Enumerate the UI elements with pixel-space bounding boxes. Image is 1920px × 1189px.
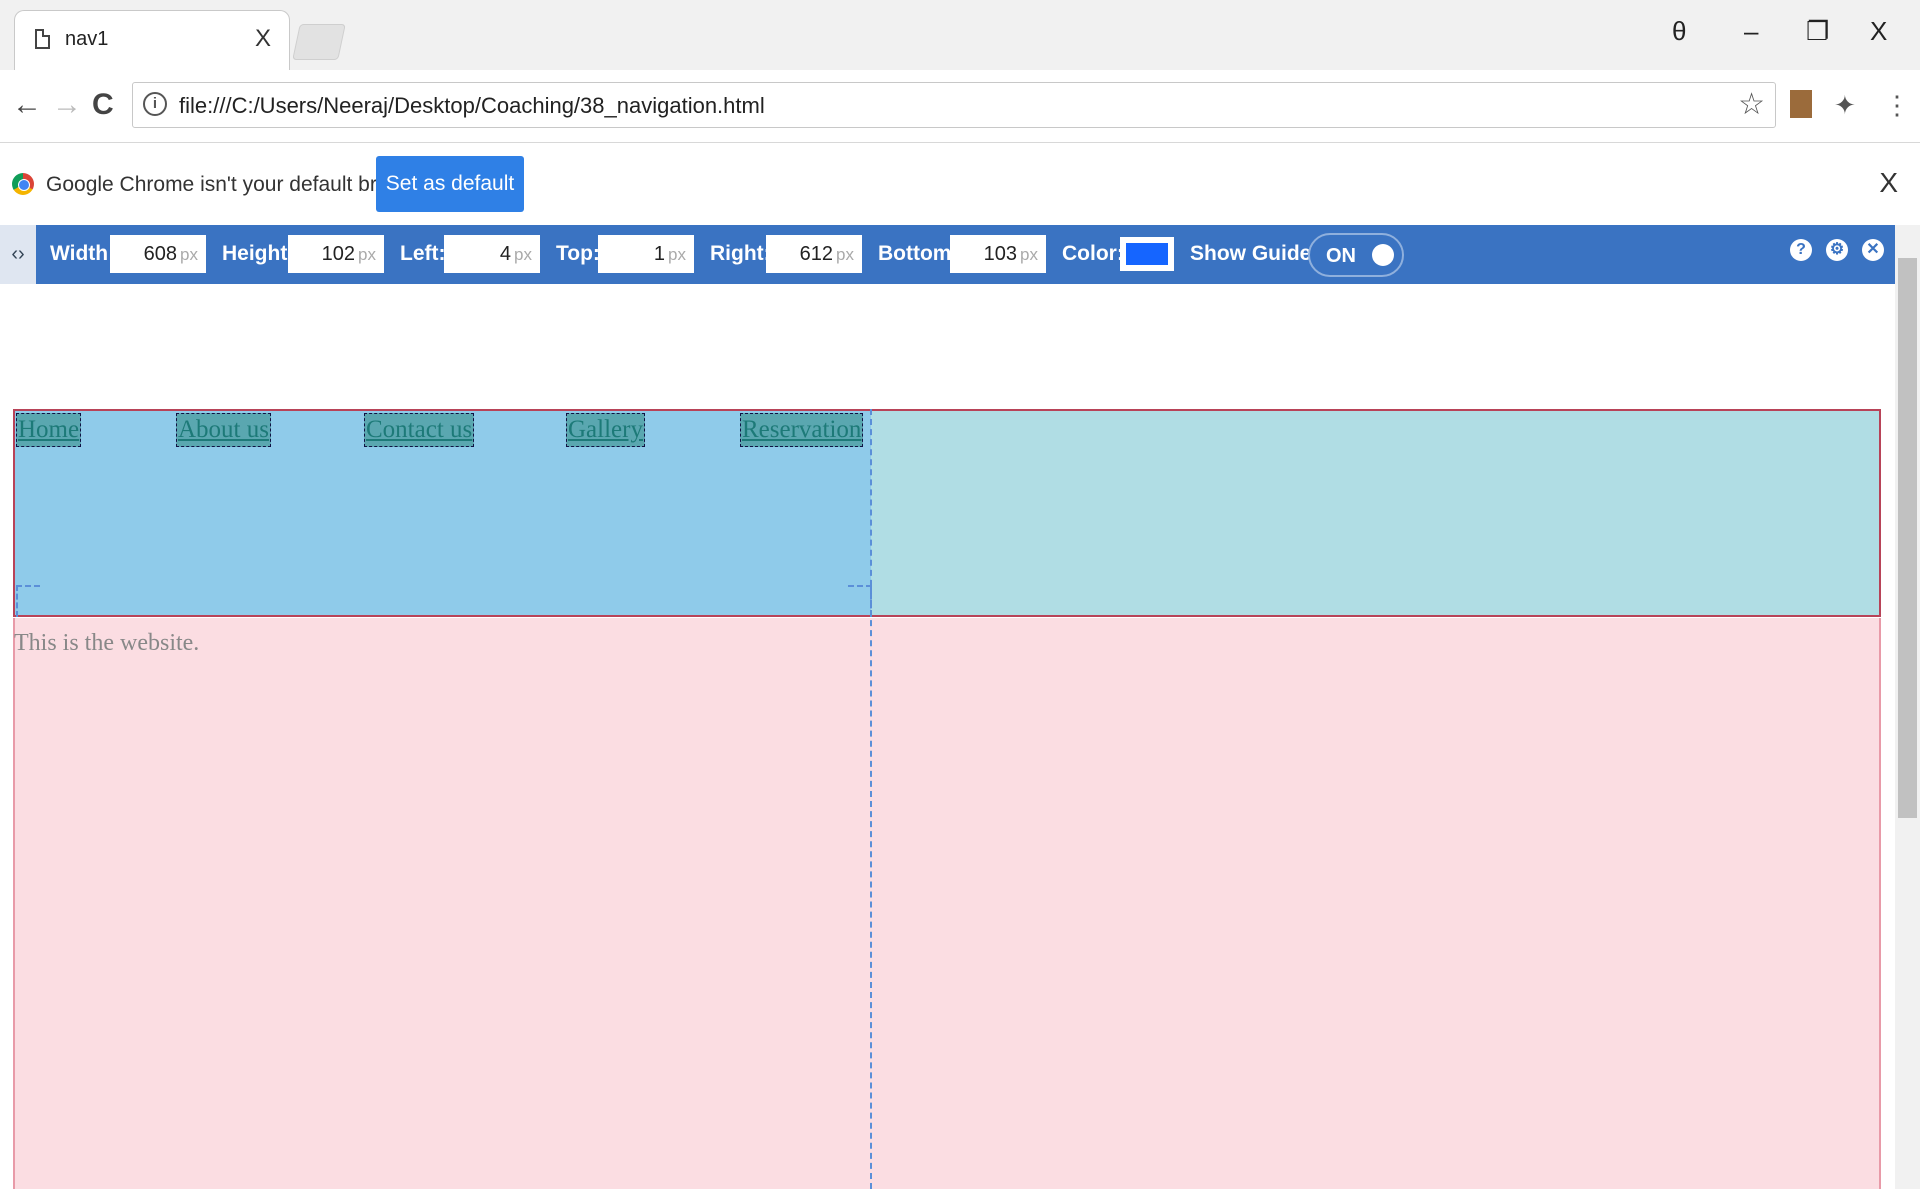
- nav-link-contact[interactable]: Contact us: [364, 413, 475, 447]
- nav-link-home[interactable]: Home: [16, 413, 82, 447]
- set-default-button[interactable]: Set as default: [376, 156, 524, 212]
- back-button[interactable]: ←: [12, 88, 42, 122]
- help-icon[interactable]: ?: [1790, 239, 1812, 261]
- color-swatch[interactable]: [1120, 237, 1174, 271]
- right-label: Right:: [710, 242, 771, 265]
- left-label: Left:: [400, 242, 446, 265]
- bottom-unit: px: [1020, 245, 1038, 264]
- reload-button[interactable]: C: [92, 88, 114, 122]
- page-body: [13, 618, 1881, 1189]
- settings-icon[interactable]: ⚙: [1826, 239, 1848, 261]
- left-unit: px: [514, 245, 532, 264]
- menu-dots-icon[interactable]: ⋮: [1884, 90, 1910, 121]
- width-label: Width:: [50, 242, 116, 265]
- top-field[interactable]: 1 px: [598, 235, 694, 273]
- show-guides-toggle[interactable]: ON: [1308, 233, 1404, 277]
- address-bar[interactable]: i file:///C:/Users/Neeraj/Desktop/Coachi…: [132, 82, 1776, 128]
- ruler-collapse-handle[interactable]: ‹›: [0, 225, 36, 284]
- bottom-field[interactable]: 103 px: [950, 235, 1046, 273]
- url-text[interactable]: file:///C:/Users/Neeraj/Desktop/Coaching…: [179, 93, 765, 119]
- nav-link-gallery[interactable]: Gallery: [566, 413, 645, 447]
- extension-ruler-icon[interactable]: [1790, 90, 1812, 118]
- tab-strip: nav1 X θ – ❐ X: [0, 0, 1920, 70]
- new-tab-button[interactable]: [292, 24, 346, 60]
- bottom-label: Bottom:: [878, 242, 959, 265]
- chrome-logo-icon: [12, 173, 34, 195]
- width-unit: px: [180, 245, 198, 264]
- show-guides-state: ON: [1326, 245, 1356, 267]
- nav-link-about[interactable]: About us: [176, 413, 271, 447]
- window-close-button[interactable]: X: [1870, 16, 1887, 47]
- width-value: 608: [143, 243, 178, 265]
- ruler-close-icon[interactable]: ✕: [1862, 239, 1884, 261]
- ruler-corner-marker: [16, 585, 40, 617]
- height-value: 102: [321, 243, 356, 265]
- width-field[interactable]: 608 px: [110, 235, 206, 273]
- left-value: 4: [499, 243, 512, 265]
- left-field[interactable]: 4 px: [444, 235, 540, 273]
- ruler-toolbar: ‹› Width: 608 px Height: 102 px Left: 4 px …: [0, 225, 1895, 284]
- right-value: 612: [799, 243, 834, 265]
- height-field[interactable]: 102 px: [288, 235, 384, 273]
- ruler-corner-marker: [848, 585, 872, 617]
- right-field[interactable]: 612 px: [766, 235, 862, 273]
- scrollbar-thumb[interactable]: [1898, 258, 1917, 818]
- toggle-knob: [1372, 244, 1394, 266]
- browser-toolbar: ← → C i file:///C:/Users/Neeraj/Desktop/…: [0, 70, 1920, 143]
- ruler-guide-vertical: [870, 409, 872, 1189]
- top-label: Top:: [556, 242, 600, 265]
- height-label: Height:: [222, 242, 295, 265]
- bottom-value: 103: [983, 243, 1018, 265]
- tab-close-button[interactable]: X: [255, 25, 271, 53]
- restore-button[interactable]: ❐: [1806, 16, 1829, 47]
- default-browser-infobar: Google Chrome isn't your default browser…: [0, 143, 1920, 226]
- minimize-button[interactable]: –: [1744, 16, 1758, 47]
- color-label: Color:: [1062, 242, 1124, 265]
- height-unit: px: [358, 245, 376, 264]
- right-unit: px: [836, 245, 854, 264]
- document-icon: [35, 29, 50, 49]
- body-text: This is the website.: [14, 630, 200, 656]
- forward-button[interactable]: →: [52, 88, 82, 122]
- tab-title: nav1: [65, 28, 109, 50]
- browser-tab[interactable]: nav1 X: [14, 10, 290, 70]
- top-value: 1: [653, 243, 666, 265]
- infobar-close-button[interactable]: X: [1879, 167, 1898, 199]
- extension-puzzle-icon[interactable]: ✦: [1834, 90, 1856, 121]
- profile-icon[interactable]: θ: [1672, 16, 1686, 47]
- color-swatch-fill: [1126, 243, 1168, 265]
- info-icon[interactable]: i: [143, 92, 167, 116]
- nav-link-reservation[interactable]: Reservation: [740, 413, 864, 447]
- bookmark-star-icon[interactable]: ☆: [1738, 87, 1765, 122]
- top-unit: px: [668, 245, 686, 264]
